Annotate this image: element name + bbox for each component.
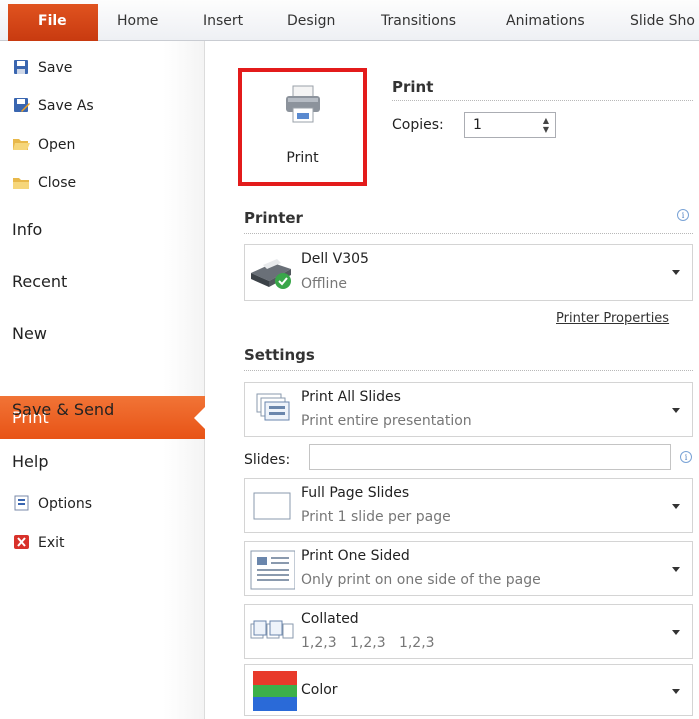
nav-close[interactable]: Close [13,175,77,191]
nav-exit[interactable]: Exit [14,535,65,551]
tab-transitions[interactable]: Transitions [381,13,456,29]
tab-file[interactable]: File [8,4,98,41]
settings-header: Settings [244,346,315,364]
nav-open-label: Open [38,137,76,153]
nav-save-send[interactable]: Save & Send [12,400,114,419]
nav-recent[interactable]: Recent [12,272,67,291]
stepper-arrows-icon[interactable]: ▲ ▼ [543,116,549,134]
tab-home[interactable]: Home [117,13,158,29]
chevron-down-icon [672,504,680,509]
color-dropdown[interactable]: Color [244,664,693,716]
nav-options[interactable]: Options [14,495,93,512]
nav-info[interactable]: Info [12,220,42,239]
selected-notch [194,407,205,429]
sides-title: Print One Sided [301,548,410,564]
nav-open[interactable]: Open [13,137,76,153]
color-title: Color [301,682,338,698]
options-icon [14,495,29,511]
nav-help[interactable]: Help [12,452,48,471]
full-page-slide-icon [253,492,291,520]
printer-status-icon [251,259,291,289]
printer-header: Printer [244,209,303,227]
printer-icon [286,85,320,123]
collation-sub: 1,2,3 1,2,3 1,2,3 [301,635,435,651]
nav-options-label: Options [38,496,93,512]
slides-info-icon[interactable]: i [680,451,692,463]
printer-name: Dell V305 [301,251,369,267]
save-icon [14,60,28,74]
print-header-rule [392,100,693,101]
printer-info-icon[interactable]: i [677,209,689,221]
collated-icon [250,620,294,639]
one-sided-icon [250,550,295,590]
print-range-title: Print All Slides [301,389,401,405]
nav-save-label: Save [38,60,73,76]
nav-exit-label: Exit [38,535,65,551]
backstage-nav: Save Save As Open Close Info Recent New … [0,41,205,719]
tab-design[interactable]: Design [287,13,335,29]
save-as-icon [14,98,30,112]
chevron-down-icon [672,408,680,413]
slides-input[interactable] [309,444,671,470]
tab-slide-show[interactable]: Slide Sho [630,13,695,29]
tab-insert[interactable]: Insert [203,13,243,29]
layout-title: Full Page Slides [301,485,410,501]
copies-label: Copies: [392,117,444,133]
print-range-dropdown[interactable]: Print All Slides Print entire presentati… [244,382,693,437]
sides-sub: Only print on one side of the page [301,572,541,588]
printer-status: Offline [301,276,347,292]
chevron-down-icon [672,630,680,635]
print-all-slides-icon [256,393,290,421]
print-button[interactable]: Print [238,68,367,186]
chevron-down-icon [672,567,680,572]
copies-value: 1 [473,117,482,133]
exit-icon [14,535,29,549]
nav-save-as-label: Save As [38,98,94,114]
collation-dropdown[interactable]: Collated 1,2,3 1,2,3 1,2,3 [244,604,693,659]
nav-close-label: Close [38,175,77,191]
settings-header-rule [244,370,693,371]
color-mode-icon [253,671,297,711]
nav-save-as[interactable]: Save As [14,98,94,114]
print-range-sub: Print entire presentation [301,413,472,429]
close-folder-icon [13,178,29,189]
chevron-down-icon [672,270,680,275]
print-header: Print [392,78,434,96]
nav-save[interactable]: Save [14,60,73,76]
chevron-down-icon [672,689,680,694]
ribbon-tabs: File Home Insert Design Transitions Anim… [0,0,699,41]
tab-animations[interactable]: Animations [506,13,585,29]
layout-sub: Print 1 slide per page [301,509,451,525]
printer-dropdown[interactable]: Dell V305 Offline [244,244,693,301]
layout-dropdown[interactable]: Full Page Slides Print 1 slide per page [244,478,693,533]
open-folder-icon [13,139,30,150]
printer-header-rule [244,233,693,234]
printer-properties-link[interactable]: Printer Properties [556,311,669,326]
collation-title: Collated [301,611,359,627]
sides-dropdown[interactable]: Print One Sided Only print on one side o… [244,541,693,596]
slides-label: Slides: [244,452,291,468]
copies-stepper[interactable]: 1 ▲ ▼ [464,112,556,138]
nav-new[interactable]: New [12,324,47,343]
print-button-label: Print [286,150,319,166]
